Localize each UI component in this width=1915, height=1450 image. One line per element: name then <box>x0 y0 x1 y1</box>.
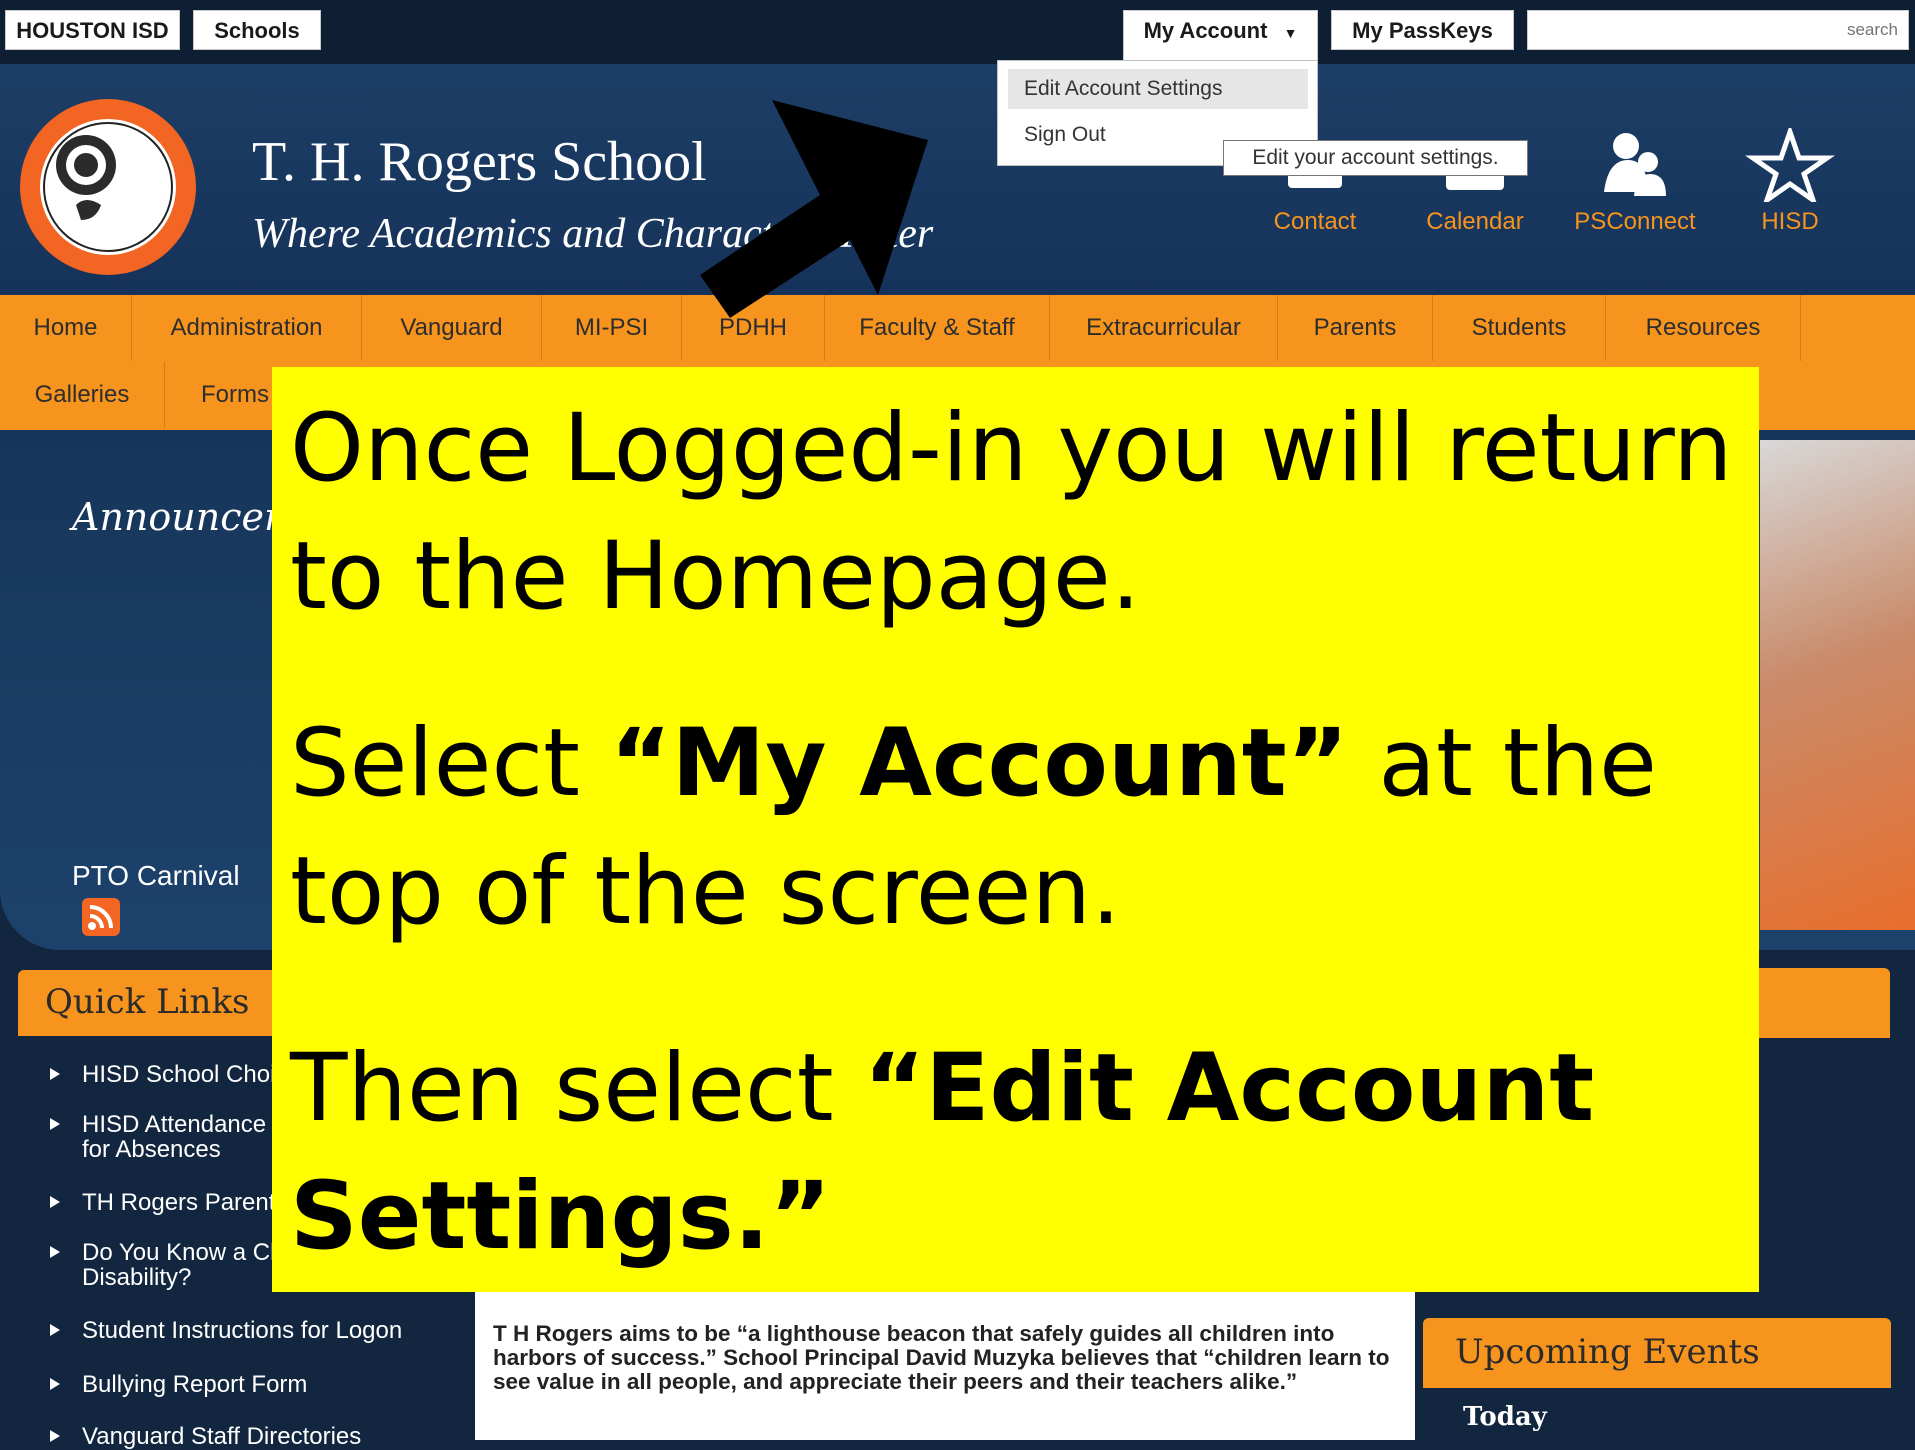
bullet-icon <box>50 1377 60 1390</box>
callout-line: Select “My Account” at the <box>290 700 1657 828</box>
callout-emphasis: Settings.” <box>290 1162 832 1271</box>
quick-link-label: TH Rogers Parent <box>82 1189 276 1216</box>
pointer-arrow-icon <box>700 100 928 318</box>
nav-vanguard[interactable]: Vanguard <box>362 295 542 361</box>
rss-icon[interactable] <box>82 898 120 936</box>
search-box[interactable] <box>1527 10 1909 50</box>
callout-line: Settings.” <box>290 1153 831 1281</box>
callout-line: top of the screen. <box>290 837 1121 946</box>
psconnect-label[interactable]: PSConnect <box>1570 208 1700 236</box>
calendar-label[interactable]: Calendar <box>1415 208 1535 236</box>
bullet-icon <box>50 1195 60 1208</box>
nav-administration[interactable]: Administration <box>132 295 362 361</box>
people-icon[interactable] <box>1590 128 1680 202</box>
quick-links-title: Quick Links <box>45 982 250 1022</box>
contact-label[interactable]: Contact <box>1270 208 1360 236</box>
quick-link-item[interactable]: TH Rogers Parent <box>50 1190 275 1215</box>
nav-parents[interactable]: Parents <box>1278 295 1433 361</box>
quick-link-label: HISD School Choice <box>82 1061 301 1088</box>
quick-link-label: Student Instructions for Logon <box>82 1317 403 1344</box>
bullet-icon <box>50 1323 60 1336</box>
callout-text: Select <box>290 709 610 818</box>
quick-link-item[interactable]: Do You Know a Child with a Disability? <box>50 1240 377 1290</box>
callout-emphasis: “My Account” <box>609 709 1349 818</box>
my-account-label: My Account <box>1143 18 1268 43</box>
quick-link-label: Bullying Report Form <box>82 1371 308 1398</box>
school-name[interactable]: T. H. Rogers School <box>252 130 707 194</box>
houston-isd-button[interactable]: HOUSTON ISD <box>5 10 180 50</box>
announcement-item[interactable]: PTO Carnival <box>72 860 240 892</box>
search-input[interactable] <box>1528 11 1908 49</box>
quick-link-item[interactable]: Student Instructions for Logon <box>50 1318 402 1343</box>
nav-mi-psi[interactable]: MI-PSI <box>542 295 682 361</box>
nav-home[interactable]: Home <box>0 295 132 361</box>
callout-emphasis: “Edit Account <box>863 1034 1595 1143</box>
quick-link-item[interactable]: Vanguard Staff Directories <box>50 1424 361 1449</box>
chevron-down-icon: ▼ <box>1283 25 1298 41</box>
callout-text: at the <box>1348 709 1658 818</box>
my-passkeys-button[interactable]: My PassKeys <box>1331 10 1514 50</box>
nav-resources[interactable]: Resources <box>1606 295 1801 361</box>
bullet-icon <box>50 1067 60 1080</box>
nav-students[interactable]: Students <box>1433 295 1606 361</box>
upcoming-events-title: Upcoming Events <box>1455 1332 1760 1372</box>
callout-text: Then select <box>290 1034 864 1143</box>
school-logo[interactable] <box>16 95 200 279</box>
star-icon[interactable] <box>1745 124 1835 207</box>
article-text: T H Rogers aims to be “a lighthouse beac… <box>493 1321 1390 1394</box>
edit-account-tooltip: Edit your account settings. <box>1223 140 1528 176</box>
hisd-label[interactable]: HISD <box>1750 208 1830 236</box>
schools-button[interactable]: Schools <box>193 10 321 50</box>
bullet-icon <box>50 1245 60 1258</box>
edit-account-settings-item[interactable]: Edit Account Settings <box>1008 69 1308 109</box>
my-account-button[interactable]: My Account ▼ <box>1123 10 1318 64</box>
quick-link-item[interactable]: HISD Attendance Policy for Absences <box>50 1112 337 1162</box>
feature-photo <box>1760 440 1915 930</box>
callout-line: Then select “Edit Account <box>290 1025 1594 1153</box>
callout-line: Once Logged-in you will return <box>290 394 1733 503</box>
bullet-icon <box>50 1117 60 1130</box>
callout-line: to the Homepage. <box>290 522 1141 631</box>
quick-link-item[interactable]: HISD School Choice <box>50 1062 301 1087</box>
today-label: Today <box>1463 1402 1547 1432</box>
nav-extracurricular[interactable]: Extracurricular <box>1050 295 1278 361</box>
quick-link-item[interactable]: Bullying Report Form <box>50 1372 307 1397</box>
nav-galleries[interactable]: Galleries <box>0 362 165 428</box>
quick-link-label: Vanguard Staff Directories <box>82 1423 362 1450</box>
